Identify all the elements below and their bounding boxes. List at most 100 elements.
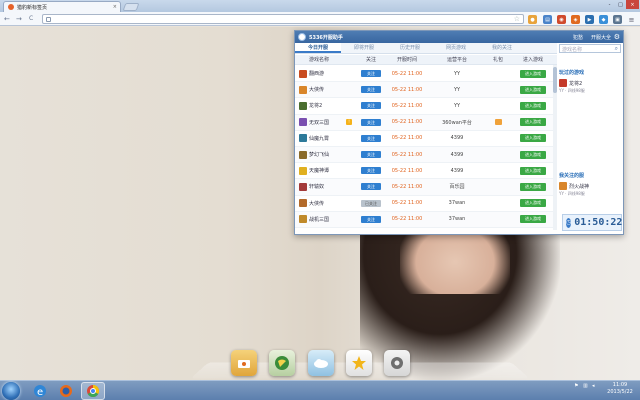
game-cell[interactable]: 仙魔九霄	[295, 134, 343, 143]
enter-game-button[interactable]: 进入游戏	[520, 118, 546, 127]
gear-icon[interactable]: ⚙	[614, 33, 620, 41]
follow-button[interactable]: 关注	[361, 70, 381, 78]
followed-game-item[interactable]: 烈火战神	[559, 182, 623, 190]
minimize-button[interactable]: -	[604, 0, 615, 9]
played-game-icon	[559, 79, 567, 87]
settings-gear-icon[interactable]	[384, 350, 410, 376]
tab-my-follows[interactable]: 我的关注	[479, 43, 525, 53]
game-cell[interactable]: 梦幻飞仙	[295, 150, 343, 159]
open-time: 05-22 11:00	[391, 102, 423, 109]
cloud-icon[interactable]	[308, 350, 334, 376]
tray-flag-icon[interactable]: ⚑	[574, 383, 578, 389]
follow-cell: 关注	[355, 86, 387, 94]
enter-game-button[interactable]: 进入游戏	[520, 182, 546, 191]
gift-icon[interactable]	[494, 119, 502, 126]
close-window-button[interactable]: ×	[626, 0, 639, 9]
browser-tab[interactable]: 猎豹新标签页 ×	[3, 1, 121, 12]
taskbar-chrome-icon[interactable]	[81, 382, 105, 400]
platform: 360wan平台	[442, 119, 472, 126]
new-tab-button[interactable]	[122, 3, 140, 11]
game-icon	[299, 199, 307, 208]
follow-button[interactable]: 已关注	[361, 199, 381, 207]
game-cell[interactable]: 大侠传	[295, 85, 343, 94]
tab-title: 猎豹新标签页	[17, 4, 48, 11]
tab-close-icon[interactable]: ×	[113, 4, 117, 10]
played-game-item[interactable]: 龙将2	[559, 79, 623, 87]
enter-game-button[interactable]: 进入游戏	[520, 166, 546, 175]
folder-icon[interactable]	[231, 350, 257, 376]
extension-user-icon[interactable]: ●	[528, 15, 537, 24]
follow-button[interactable]: 关注	[361, 183, 381, 191]
enter-game-button[interactable]: 进入游戏	[520, 134, 546, 143]
taskbar-ie-icon[interactable]: e	[28, 382, 52, 400]
tab-today[interactable]: 今日开服	[295, 43, 341, 53]
game-search-input[interactable]: 游戏名称 ⌕	[559, 44, 621, 53]
enter-game-button[interactable]: 进入游戏	[520, 150, 546, 159]
start-button[interactable]	[2, 382, 20, 400]
extension-helper-icon[interactable]: ▣	[613, 15, 622, 24]
search-icon[interactable]: ⌕	[615, 45, 618, 53]
follow-button[interactable]: 关注	[361, 151, 381, 159]
tab-history[interactable]: 历史开服	[387, 43, 433, 53]
favorites-star-icon[interactable]	[346, 350, 372, 376]
follow-button[interactable]: 关注	[361, 134, 381, 142]
maximize-button[interactable]: □	[615, 0, 626, 9]
header-link-1[interactable]: 犯愁	[573, 34, 583, 41]
extension-record-icon[interactable]: ◉	[557, 15, 566, 24]
extension-print-icon[interactable]: ▤	[543, 15, 552, 24]
open-time: 05-22 11:00	[391, 216, 423, 223]
taskbar-clock[interactable]: 11:09 2013/5/22	[603, 382, 637, 396]
follow-button[interactable]: 关注	[361, 167, 381, 175]
tab-web-games[interactable]: 网页游戏	[433, 43, 479, 53]
col-enter: 进入游戏	[522, 57, 543, 63]
globe-icon[interactable]	[269, 350, 295, 376]
game-icon	[299, 182, 307, 191]
follow-button[interactable]: 关注	[361, 215, 381, 223]
game-cell[interactable]: 战机三国	[295, 215, 343, 224]
back-button[interactable]: ←	[4, 15, 10, 23]
game-cell[interactable]: 无双三国	[295, 118, 343, 127]
enter-game-button[interactable]: 进入游戏	[520, 101, 546, 110]
table-row: 大侠传 关注 05-22 11:00 YY 进入游戏	[295, 82, 557, 99]
follow-cell: 关注	[355, 215, 387, 223]
bookmark-star-icon[interactable]: ☆	[514, 15, 520, 23]
list-scrollbar[interactable]	[553, 65, 557, 230]
follow-button[interactable]: 关注	[361, 118, 381, 126]
game-cell[interactable]: 翻西游	[295, 69, 343, 78]
follow-cell: 关注	[355, 134, 387, 142]
forward-button[interactable]: →	[16, 15, 22, 23]
scrollbar-thumb[interactable]	[553, 67, 557, 93]
enter-game-button[interactable]: 进入游戏	[520, 215, 546, 224]
game-icon	[299, 150, 307, 159]
enter-cell: 进入游戏	[509, 166, 557, 175]
menu-icon[interactable]: ≡	[627, 15, 636, 24]
open-time: 05-22 11:00	[391, 135, 423, 142]
tray-volume-icon[interactable]: ◂	[592, 383, 595, 389]
platform: YY	[453, 70, 461, 77]
followed-game-server: YY · 四线98服	[559, 191, 585, 196]
address-bar[interactable]: ☆	[42, 14, 524, 24]
extension-share-icon[interactable]: ◆	[599, 15, 608, 24]
game-cell[interactable]: 轩辕奴	[295, 182, 343, 191]
header-link-2[interactable]: 开服大全	[591, 34, 611, 41]
tab-upcoming[interactable]: 即将开服	[341, 43, 387, 53]
game-cell[interactable]: 大侠传	[295, 199, 343, 208]
follow-button[interactable]: 关注	[361, 86, 381, 94]
platform: YY	[453, 102, 461, 109]
refresh-button[interactable]: C	[29, 15, 33, 23]
enter-game-button[interactable]: 进入游戏	[520, 69, 546, 78]
follow-button[interactable]: 关注	[361, 102, 381, 110]
taskbar-firefox-icon[interactable]	[54, 382, 78, 400]
enter-game-button[interactable]: 进入游戏	[520, 85, 546, 94]
game-name: 龙将2	[309, 103, 323, 110]
tab-favicon-icon	[8, 4, 14, 10]
enter-game-button[interactable]: 进入游戏	[520, 199, 546, 208]
extension-video-icon[interactable]: ▶	[585, 15, 594, 24]
extension-game-icon[interactable]: ◈	[571, 15, 580, 24]
tray-network-icon[interactable]: ▥	[583, 383, 588, 389]
gift-cell	[487, 119, 509, 126]
game-icon	[299, 166, 307, 175]
game-cell[interactable]: 龙将2	[295, 101, 343, 110]
game-cell[interactable]: 天魔神谭	[295, 166, 343, 175]
follow-cell: 关注	[355, 151, 387, 159]
